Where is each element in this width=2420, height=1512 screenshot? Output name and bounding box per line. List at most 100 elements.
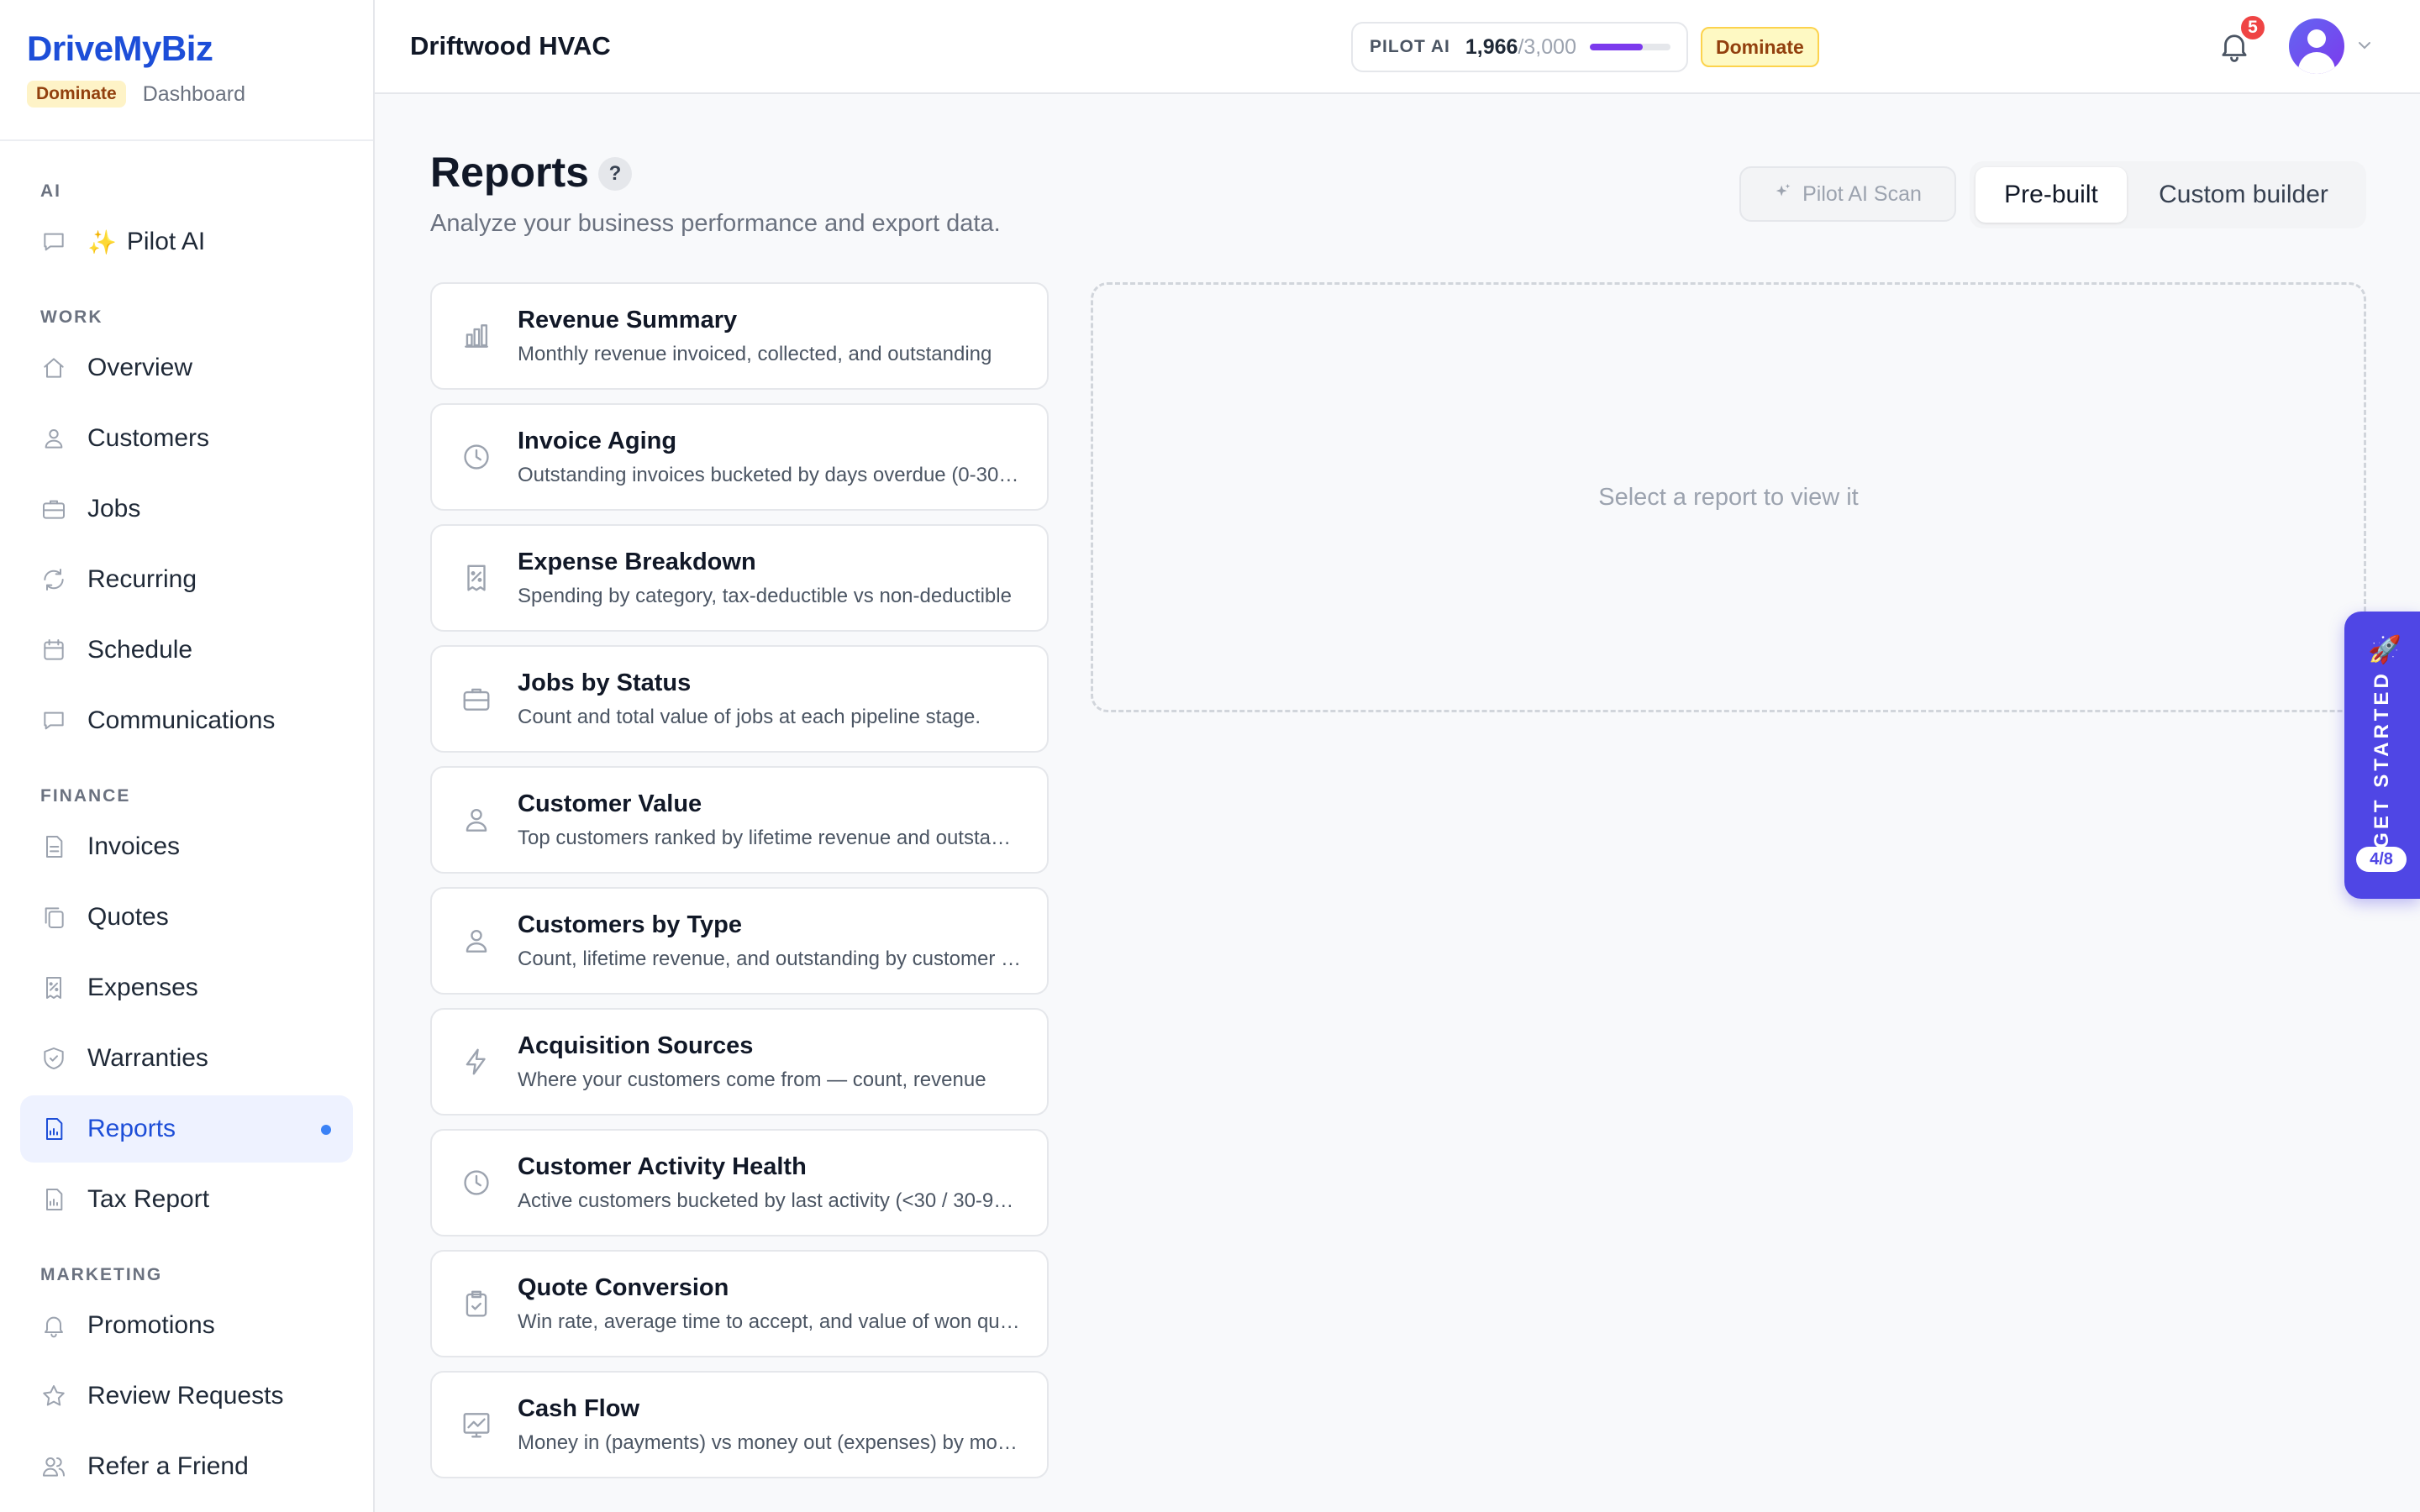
report-icon [40,1116,67,1142]
sidebar-item-label: Reports [87,1115,176,1142]
sidebar-item-customers[interactable]: Customers [20,405,353,472]
app-root: DriveMyBiz Dominate Dashboard AI ✨ Pilot A… [0,0,2420,1512]
sparkles-icon: ✨ [87,228,117,255]
report-card-revenue-summary[interactable]: Revenue Summary Monthly revenue invoiced,… [430,282,1049,390]
report-card-expense-breakdown[interactable]: Expense Breakdown Spending by category, t… [430,524,1049,632]
receipt-icon [40,974,67,1001]
report-card-quote-conversion[interactable]: Quote Conversion Win rate, average time t… [430,1250,1049,1357]
report-description: Where your customers come from — count, … [518,1068,986,1091]
sidebar-item-recurring[interactable]: Recurring [20,546,353,613]
sidebar-item-label: Warranties [87,1044,208,1072]
get-started-tab[interactable]: 🚀 GET STARTED 4/8 [2344,612,2420,899]
report-card-customer-activity-health[interactable]: Customer Activity Health Active customers… [430,1129,1049,1236]
sidebar-item-expenses[interactable]: Expenses [20,954,353,1021]
avatar-body-shape [2298,52,2335,74]
sparkle-icon [1774,182,1792,207]
sidebar-item-quotes[interactable]: Quotes [20,884,353,951]
report-description: Spending by category, tax-deductible vs … [518,584,1012,607]
ai-credits-separator: / [1518,34,1524,59]
report-title: Quote Conversion [518,1273,729,1301]
document-icon [40,833,67,860]
clock-icon [460,1167,492,1199]
briefcase-icon [40,496,67,522]
home-icon [40,354,67,381]
briefcase-icon [460,683,492,715]
bolt-icon [460,1046,492,1078]
user-avatar[interactable] [2289,18,2344,74]
brand-header: DriveMyBiz Dominate Dashboard [0,0,373,141]
sidebar-section-label: MARKETING [40,1265,163,1284]
ai-credits-meter[interactable]: PILOT AI 1,966 / 3,000 [1351,22,1688,72]
report-card-invoice-aging[interactable]: Invoice Aging Outstanding invoices bucket… [430,403,1049,511]
report-title: Customers by Type [518,911,742,938]
sidebar-item-label: Customers [87,424,210,452]
report-title: Invoice Aging [518,427,677,454]
sidebar-nav: AI ✨ Pilot AI WORK Overview Customers Jobs Recu… [0,141,373,1512]
sidebar-item-label: Promotions [87,1311,215,1339]
clock-icon [460,441,492,473]
report-card-text: Acquisition Sources Where your customers … [518,1032,1022,1092]
sidebar-item-communications[interactable]: Communications [20,687,353,754]
copy-icon [40,904,67,931]
sidebar-item-label: Communications [87,706,276,734]
page-subtitle: Analyze your business performance and ex… [430,210,1001,237]
report-card-text: Invoice Aging Outstanding invoices bucket… [518,428,1022,487]
sidebar-item-invoices[interactable]: Invoices [20,813,353,880]
sidebar-item-label: Pilot AI [126,228,206,255]
receipt-icon [460,562,492,594]
report-card-acquisition-sources[interactable]: Acquisition Sources Where your customers … [430,1008,1049,1116]
chevron-down-icon[interactable] [2354,35,2375,55]
report-card-text: Jobs by Status Count and total value of j… [518,669,1022,729]
help-icon[interactable]: ? [598,157,632,191]
sidebar-item-schedule[interactable]: Schedule [20,617,353,684]
plan-badge[interactable]: Dominate [1701,27,1819,67]
company-name: Driftwood HVAC [410,31,611,60]
report-card-cash-flow[interactable]: Cash Flow Money in (payments) vs money ou… [430,1371,1049,1478]
page-title: Reports [430,149,589,196]
report-card-text: Customer Activity Health Active customers… [518,1153,1022,1213]
sidebar-item-warranties[interactable]: Warranties [20,1025,353,1092]
chat-bubble-icon [40,228,67,255]
sidebar-item-jobs[interactable]: Jobs [20,475,353,543]
avatar-head-shape [2307,29,2326,48]
chat-bubble-icon [40,707,67,734]
empty-state-text: Select a report to view it [1598,483,1859,511]
ai-credits-bar [1589,44,1670,50]
sidebar-item-pilot-ai[interactable]: ✨ Pilot AI [20,208,353,276]
ai-credits-used: 1,966 [1465,34,1518,59]
report-card-text: Quote Conversion Win rate, average time t… [518,1274,1022,1334]
plan-pill: Dominate [27,81,126,108]
customers-icon [460,925,492,957]
ai-credits-label: PILOT AI [1370,37,1450,56]
report-description: Count and total value of jobs at each pi… [518,705,981,728]
sidebar-item-label: Overview [87,354,193,381]
report-card-jobs-by-status[interactable]: Jobs by Status Count and total value of j… [430,645,1049,753]
tab-pre-built[interactable]: Pre-built [1975,167,2127,223]
sidebar-item-label: Refer a Friend [87,1452,249,1480]
sidebar-item-refer-a-friend[interactable]: Refer a Friend [20,1433,353,1500]
sidebar-item-tax-report[interactable]: Tax Report [20,1166,353,1233]
customers-icon [460,804,492,836]
report-title: Cash Flow [518,1394,640,1422]
brand-logo[interactable]: DriveMyBiz [27,29,346,69]
rocket-icon: 🚀 [2368,634,2402,664]
report-card-customer-value[interactable]: Customer Value Top customers ranked by li… [430,766,1049,874]
sidebar-item-overview[interactable]: Overview [20,334,353,402]
report-card-text: Customer Value Top customers ranked by li… [518,790,1022,850]
tab-custom-builder[interactable]: Custom builder [2127,167,2360,223]
report-title: Expense Breakdown [518,548,756,575]
sidebar-item-promotions[interactable]: Promotions [20,1292,353,1359]
report-card-customers-by-type[interactable]: Customers by Type Count, lifetime revenue… [430,887,1049,995]
sidebar-item-review-requests[interactable]: Review Requests [20,1362,353,1430]
clipboard-check-icon [460,1288,492,1320]
customers-icon [40,425,67,452]
pilot-ai-scan-button[interactable]: Pilot AI Scan [1739,166,1956,222]
report-description: Count, lifetime revenue, and outstanding… [518,947,1022,970]
sidebar-item-reports[interactable]: Reports [20,1095,353,1163]
report-card-text: Revenue Summary Monthly revenue invoiced,… [518,307,1022,366]
sidebar: DriveMyBiz Dominate Dashboard AI ✨ Pilot A… [0,0,375,1512]
